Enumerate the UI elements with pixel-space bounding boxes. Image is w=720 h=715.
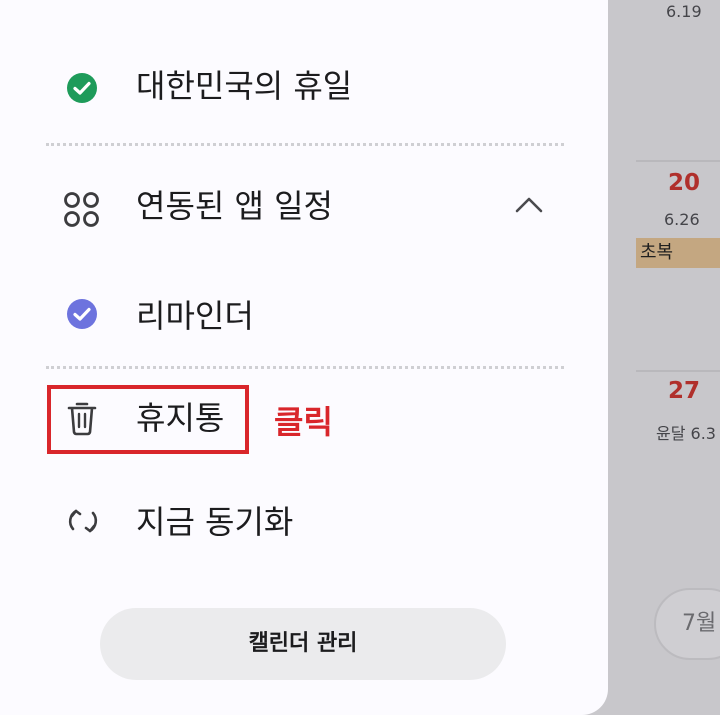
calendar-day-20[interactable]: 20 (668, 170, 700, 196)
lunar-date-20: 6.26 (664, 210, 700, 229)
check-circle-green-icon (64, 70, 100, 106)
month-button[interactable]: 7월 (654, 588, 720, 660)
drawer-item-sync-now[interactable]: 지금 동기화 (0, 496, 600, 556)
lunar-date-top: 6.19 (666, 2, 702, 21)
navigation-drawer: 대한민국의 휴일 연동된 앱 일정 리마인더 휴지통 지금 동기화 캘린더 관리 (0, 0, 608, 715)
week-divider (636, 160, 720, 162)
drawer-item-label: 지금 동기화 (136, 503, 294, 541)
drawer-item-holidays[interactable]: 대한민국의 휴일 (0, 56, 600, 116)
highlight-box (47, 385, 249, 454)
calendar-event-chobok[interactable]: 초복 (636, 238, 720, 268)
drawer-item-label: 대한민국의 휴일 (136, 67, 353, 105)
divider (46, 366, 564, 369)
drawer-item-linked-apps[interactable]: 연동된 앱 일정 (0, 182, 600, 242)
apps-grid-icon (62, 190, 102, 230)
drawer-item-label: 리마인더 (136, 297, 254, 335)
manage-calendars-button[interactable]: 캘린더 관리 (100, 608, 506, 680)
week-divider (636, 370, 720, 372)
drawer-item-label: 연동된 앱 일정 (136, 187, 333, 225)
chevron-up-icon[interactable] (512, 190, 546, 220)
calendar-day-27[interactable]: 27 (668, 378, 700, 404)
check-circle-purple-icon (64, 296, 100, 332)
drawer-item-reminders[interactable]: 리마인더 (0, 290, 600, 350)
click-annotation: 클릭 (274, 403, 333, 441)
lunar-date-27: 윤달 6.3 (656, 424, 716, 443)
divider (46, 143, 564, 146)
sync-icon (64, 502, 100, 538)
